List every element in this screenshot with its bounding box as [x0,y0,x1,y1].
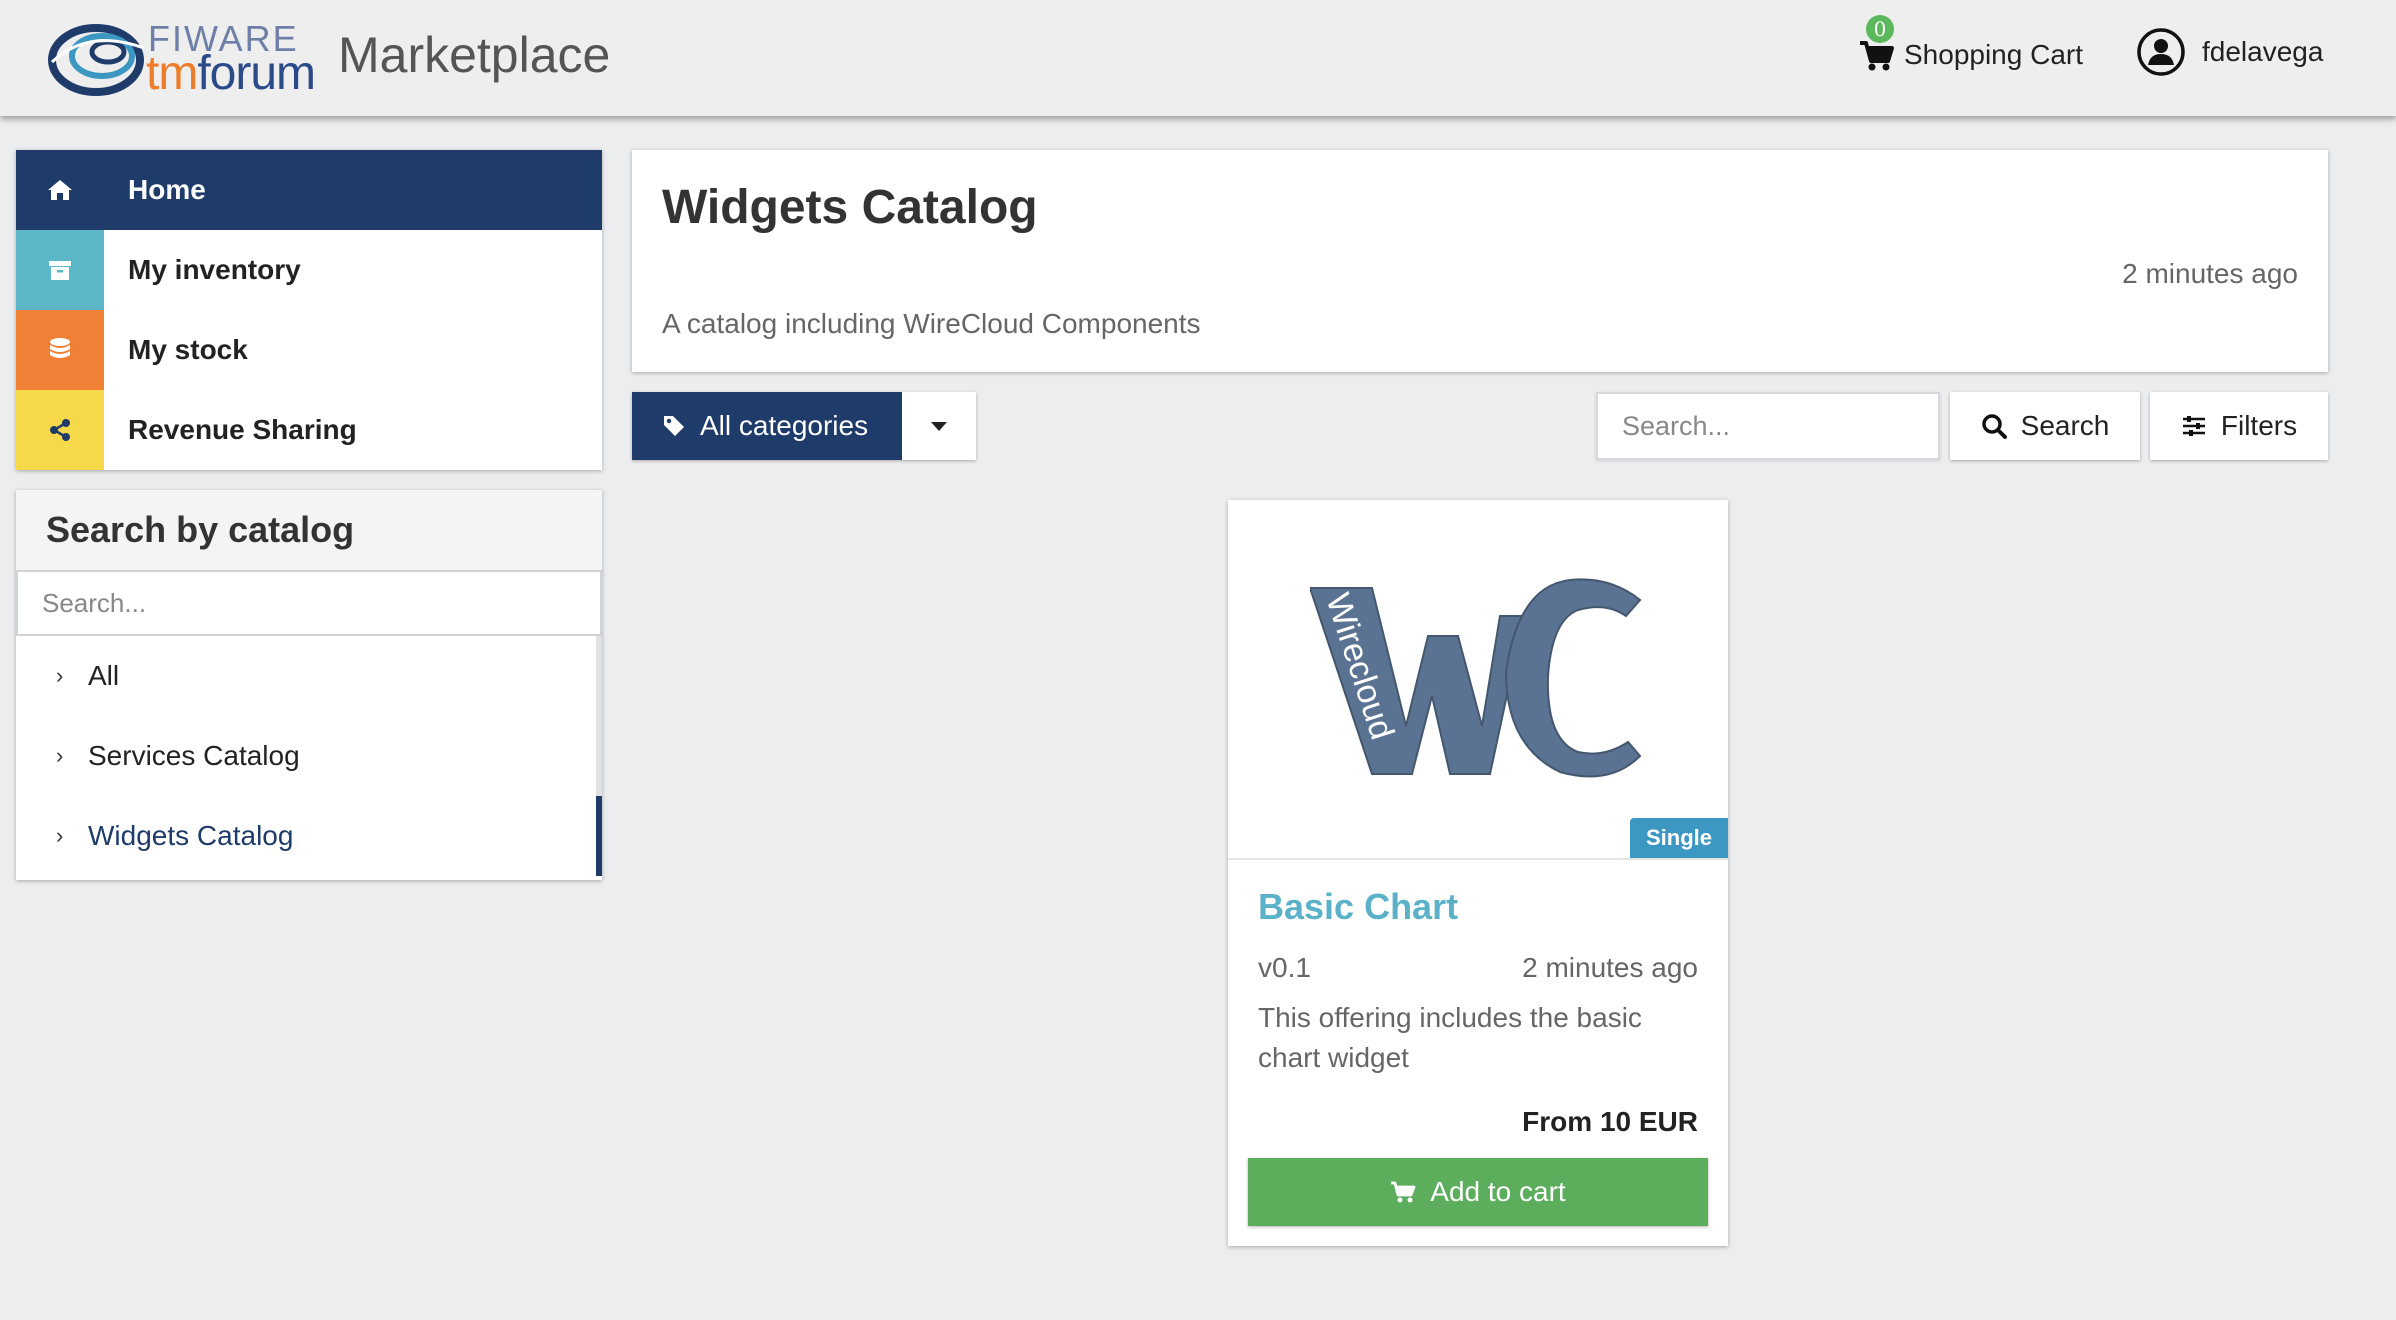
sidebar-item-my-inventory[interactable]: My inventory [16,230,602,310]
offering-name-link[interactable]: Basic Chart [1258,886,1458,928]
archive-icon [16,230,104,310]
all-categories-label: All categories [700,410,869,441]
sidebar-item-home[interactable]: Home [16,150,602,230]
sliders-icon [2182,416,2205,436]
search-button[interactable]: Search [1950,392,2140,460]
catalog-description: A catalog including WireCloud Components [662,308,1201,339]
license-type-badge: Single [1629,818,1728,858]
all-categories-button[interactable]: All categories [632,392,902,460]
user-menu[interactable]: fdelavega [2136,24,2323,80]
offering-price: From 10 EUR [1522,1106,1698,1137]
catalog-updated-time: 2 minutes ago [2122,258,2298,289]
shopping-cart-link[interactable]: 0 Shopping Cart [1858,15,2084,80]
offering-updated-time: 2 minutes ago [1522,952,1698,983]
database-icon [16,310,104,390]
offering-description: This offering includes the basic chart w… [1258,1002,1642,1073]
search-by-catalog-heading: Search by catalog [16,490,602,570]
catalog-search-input[interactable] [16,570,602,636]
catalog-item-widgets[interactable]: › Widgets Catalog [16,796,602,876]
add-to-cart-label: Add to cart [1430,1176,1566,1207]
logo-tmforum-text: tmforum [146,47,316,100]
sidebar-item-revenue-sharing[interactable]: Revenue Sharing [16,390,602,470]
filters-button[interactable]: Filters [2150,392,2328,460]
home-icon [16,150,104,230]
chevron-right-icon: › [56,663,64,688]
shopping-cart-label: Shopping Cart [1904,39,2084,70]
catalog-item-label: Widgets Catalog [88,820,294,851]
user-avatar-icon [2137,28,2185,76]
categories-caret-button[interactable] [902,392,976,460]
offering-version: v0.1 [1258,952,1311,983]
sidebar-item-label: Revenue Sharing [128,414,357,445]
cart-icon [1391,1181,1416,1203]
search-button-label: Search [2020,410,2110,441]
chevron-right-icon: › [56,743,64,768]
fiware-tmforum-logo[interactable]: FIWARE tmforum [48,14,328,98]
swirl-logo-icon [48,24,145,96]
brand-title[interactable]: Marketplace [338,26,610,84]
catalog-title: Widgets Catalog [662,181,1038,234]
wirecloud-logo: Wirecloud [1310,578,1642,778]
caret-down-icon [931,422,947,431]
share-icon [16,390,104,470]
catalog-item-label: All [88,660,120,691]
catalog-list: › All › Services Catalog › Widgets Catal… [16,636,602,876]
sidebar-item-label: My inventory [128,254,301,285]
catalog-header-card: Widgets Catalog 2 minutes ago A catalog … [632,150,2328,372]
chevron-right-icon: › [56,823,64,848]
offering-card[interactable]: Wirecloud Single Basic Chart v0.1 2 minu… [1228,500,1728,1246]
sidebar-item-my-stock[interactable]: My stock [16,310,602,390]
sidebar-nav: Home My inventory My stock Revenue Shari… [16,150,602,470]
top-navbar: FIWARE tmforum Marketplace 0 Shopping Ca… [0,0,2396,116]
tag-icon [664,416,684,436]
cart-count-badge: 0 [1866,15,1894,43]
catalog-item-label: Services Catalog [88,740,300,771]
categories-dropdown: All categories [632,392,976,460]
cart-icon: 0 [1858,15,1894,73]
sidebar-item-label: Home [128,174,206,205]
sidebar-item-label: My stock [128,334,248,365]
offering-image[interactable]: Wirecloud Single [1228,500,1728,860]
search-icon [1981,414,2007,439]
search-by-catalog-panel: Search by catalog › All › Services Catal… [16,490,602,880]
catalog-item-all[interactable]: › All [16,636,602,716]
filters-button-label: Filters [2220,410,2298,441]
offering-search-input[interactable] [1596,392,1940,460]
username-label: fdelavega [2202,36,2324,67]
add-to-cart-button[interactable]: Add to cart [1248,1158,1708,1226]
catalog-item-services[interactable]: › Services Catalog [16,716,602,796]
